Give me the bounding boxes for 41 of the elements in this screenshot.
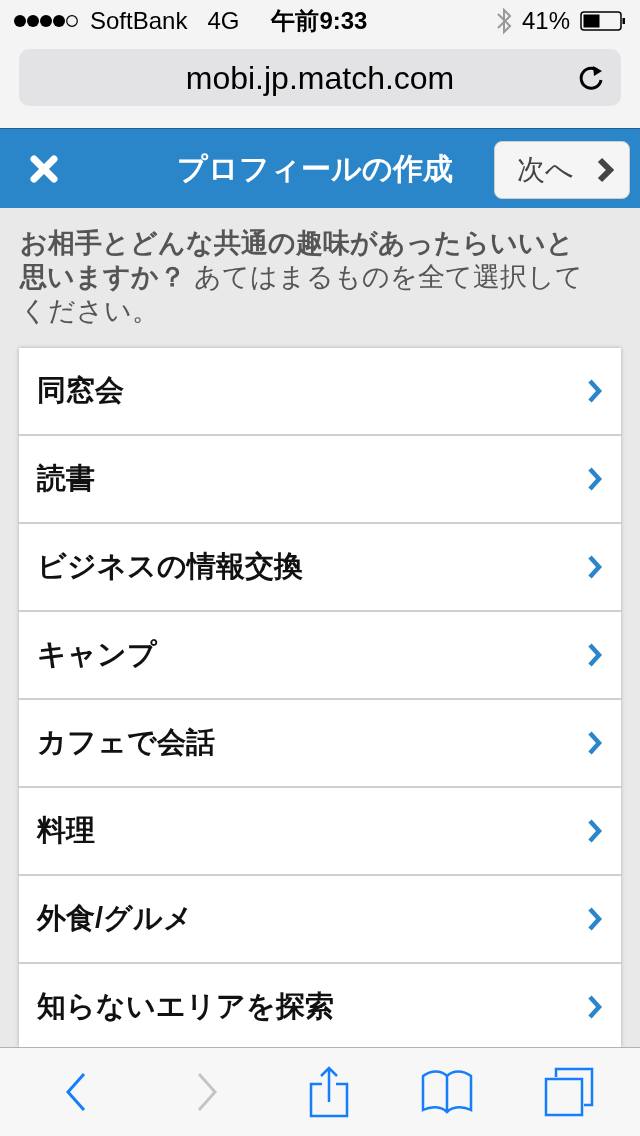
tabs-icon[interactable] bbox=[544, 1067, 595, 1117]
back-chevron-icon bbox=[64, 1072, 87, 1112]
option-row[interactable]: キャンプ bbox=[19, 612, 621, 700]
option-row[interactable]: カフェで会話 bbox=[19, 700, 621, 788]
chevron-icon bbox=[587, 554, 603, 580]
option-label: ビジネスの情報交換 bbox=[37, 549, 303, 585]
bluetooth-icon bbox=[495, 6, 512, 36]
url-text: mobi.jp.match.com bbox=[184, 58, 456, 98]
bookmarks-icon[interactable] bbox=[420, 1068, 473, 1116]
battery-percent: 41% bbox=[521, 6, 570, 36]
option-label: 読書 bbox=[37, 461, 95, 497]
next-button[interactable]: 次へ bbox=[494, 141, 630, 199]
chevron-icon bbox=[596, 157, 614, 183]
chevron-icon bbox=[587, 378, 603, 404]
clock: 午前9:33 bbox=[271, 6, 368, 36]
share-icon[interactable] bbox=[309, 1066, 349, 1118]
chevron-icon bbox=[587, 730, 603, 756]
option-row[interactable]: 料理 bbox=[19, 788, 621, 876]
option-label: キャンプ bbox=[37, 637, 157, 673]
carrier-name: SoftBank bbox=[90, 6, 188, 36]
option-row[interactable]: 読書 bbox=[19, 436, 621, 524]
chevron-icon bbox=[587, 466, 603, 492]
option-label: 同窓会 bbox=[37, 373, 124, 409]
chevron-icon bbox=[587, 818, 603, 844]
question-text: お相手とどんな共通の趣味があったらいいと思いますか？ あてはまるものを全て選択してください。 bbox=[18, 227, 584, 328]
option-label: 外食/グルメ bbox=[37, 901, 194, 937]
option-label: カフェで会話 bbox=[37, 725, 215, 761]
chevron-icon bbox=[587, 994, 603, 1020]
page-title: プロフィールの作成 bbox=[177, 151, 453, 187]
option-row[interactable]: 同窓会 bbox=[19, 348, 621, 436]
option-row[interactable]: 外食/グルメ bbox=[19, 876, 621, 964]
network-type: 4G bbox=[207, 6, 240, 36]
chevron-icon bbox=[587, 642, 603, 668]
chevron-icon bbox=[587, 906, 603, 932]
option-row[interactable]: ビジネスの情報交換 bbox=[19, 524, 621, 612]
forward-chevron-icon bbox=[196, 1072, 219, 1112]
option-label: 知らないエリアを探索 bbox=[37, 989, 334, 1025]
close-icon[interactable] bbox=[29, 153, 59, 184]
option-label: 料理 bbox=[37, 813, 95, 849]
battery-icon bbox=[580, 11, 626, 31]
address-bar[interactable]: mobi.jp.match.com bbox=[19, 49, 621, 106]
